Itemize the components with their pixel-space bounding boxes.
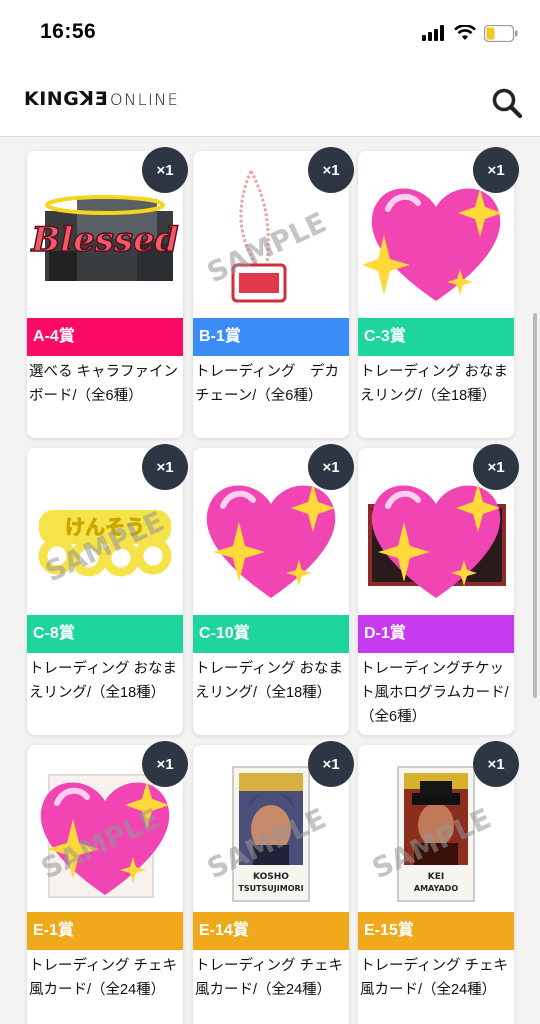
status-bar: 16:56	[0, 0, 540, 66]
card-caption: TSUTSUJIMORI	[238, 884, 303, 893]
prize-rank-label: B-1賞	[193, 318, 349, 356]
quantity-badge: ×1	[142, 147, 188, 193]
prize-title: トレーディングチケット風ホログラムカード/（全6種）	[360, 661, 509, 725]
card-caption: AMAYADO	[414, 884, 458, 893]
prize-title: トレーディング チェキ風カード/（全24種）	[360, 958, 509, 998]
kingkuji-online-logo[interactable]: KINGꓘƎ ONLINE	[24, 88, 179, 116]
quantity-badge: ×1	[473, 444, 519, 490]
prize-title: トレーディング デカチェーン/（全6種）	[195, 364, 339, 404]
search-button[interactable]	[490, 86, 524, 120]
scrollbar[interactable]	[533, 313, 537, 698]
quantity-badge: ×1	[308, 444, 354, 490]
prize-rank-label: C-3賞	[358, 318, 514, 356]
search-icon	[492, 88, 523, 119]
prize-card[interactable]: SAMPLE ×1 B-1賞 トレーディング デカチェーン/（全6種）	[193, 147, 354, 438]
prize-card[interactable]: ×1 C-3賞 トレーディング おなまえリング/（全18種）	[358, 147, 519, 438]
blessed-logo-text: Blessed	[31, 220, 179, 260]
prize-rank-label: E-14賞	[193, 912, 349, 950]
quantity-badge: ×1	[308, 147, 354, 193]
prize-rank-label: E-15賞	[358, 912, 514, 950]
prize-grid: Blessed ×1 A-4賞 選べる キャラファインボード/（全6種） SAM…	[0, 137, 540, 1024]
prize-card[interactable]: KOSHO TSUTSUJIMORI SAMPLE ×1 E-14賞 トレーディ…	[193, 741, 354, 1024]
logo-main-text: KINGꓘƎ	[24, 88, 108, 110]
quantity-badge: ×1	[308, 741, 354, 787]
logo-sub-text: ONLINE	[110, 90, 180, 109]
quantity-badge: ×1	[473, 741, 519, 787]
battery-icon	[484, 24, 518, 42]
prize-card[interactable]: けんそう SAMPLE ×1 C-8賞 トレーディング おなまえリング/（全18…	[27, 444, 188, 735]
prize-rank-label: C-8賞	[27, 615, 183, 653]
prize-title: トレーディング おなまえリング/（全18種）	[195, 661, 344, 701]
quantity-badge: ×1	[473, 147, 519, 193]
quantity-badge: ×1	[142, 741, 188, 787]
cellular-signal-icon	[422, 25, 444, 41]
prize-title: トレーディング おなまえリング/（全18種）	[360, 364, 509, 404]
prize-title: トレーディング チェキ風カード/（全24種）	[29, 958, 178, 998]
card-caption: KOSHO	[253, 872, 289, 882]
status-time: 16:56	[40, 20, 97, 43]
prize-card[interactable]: Blessed ×1 A-4賞 選べる キャラファインボード/（全6種）	[27, 147, 188, 438]
prize-rank-label: D-1賞	[358, 615, 514, 653]
card-caption: KEI	[428, 872, 444, 882]
wifi-icon	[454, 25, 476, 40]
prize-title: トレーディング おなまえリング/（全18種）	[29, 661, 178, 701]
quantity-badge: ×1	[142, 444, 188, 490]
prize-title: トレーディング チェキ風カード/（全24種）	[195, 958, 344, 998]
prize-rank-label: C-10賞	[193, 615, 349, 653]
prize-card[interactable]: SAMPLE ×1 E-1賞 トレーディング チェキ風カード/（全24種）	[27, 741, 188, 1024]
prize-card[interactable]: ×1 D-1賞 トレーディングチケット風ホログラムカード/（全6種）	[358, 444, 519, 735]
app-header: KINGꓘƎ ONLINE	[0, 66, 540, 137]
prize-card[interactable]: KEI AMAYADO SAMPLE ×1 E-15賞 トレーディング チェキ風…	[358, 741, 519, 1024]
prize-rank-label: E-1賞	[27, 912, 183, 950]
status-icons	[422, 22, 518, 44]
prize-title: 選べる キャラファインボード/（全6種）	[29, 364, 179, 404]
prize-rank-label: A-4賞	[27, 318, 183, 356]
prize-card[interactable]: ×1 C-10賞 トレーディング おなまえリング/（全18種）	[193, 444, 354, 735]
